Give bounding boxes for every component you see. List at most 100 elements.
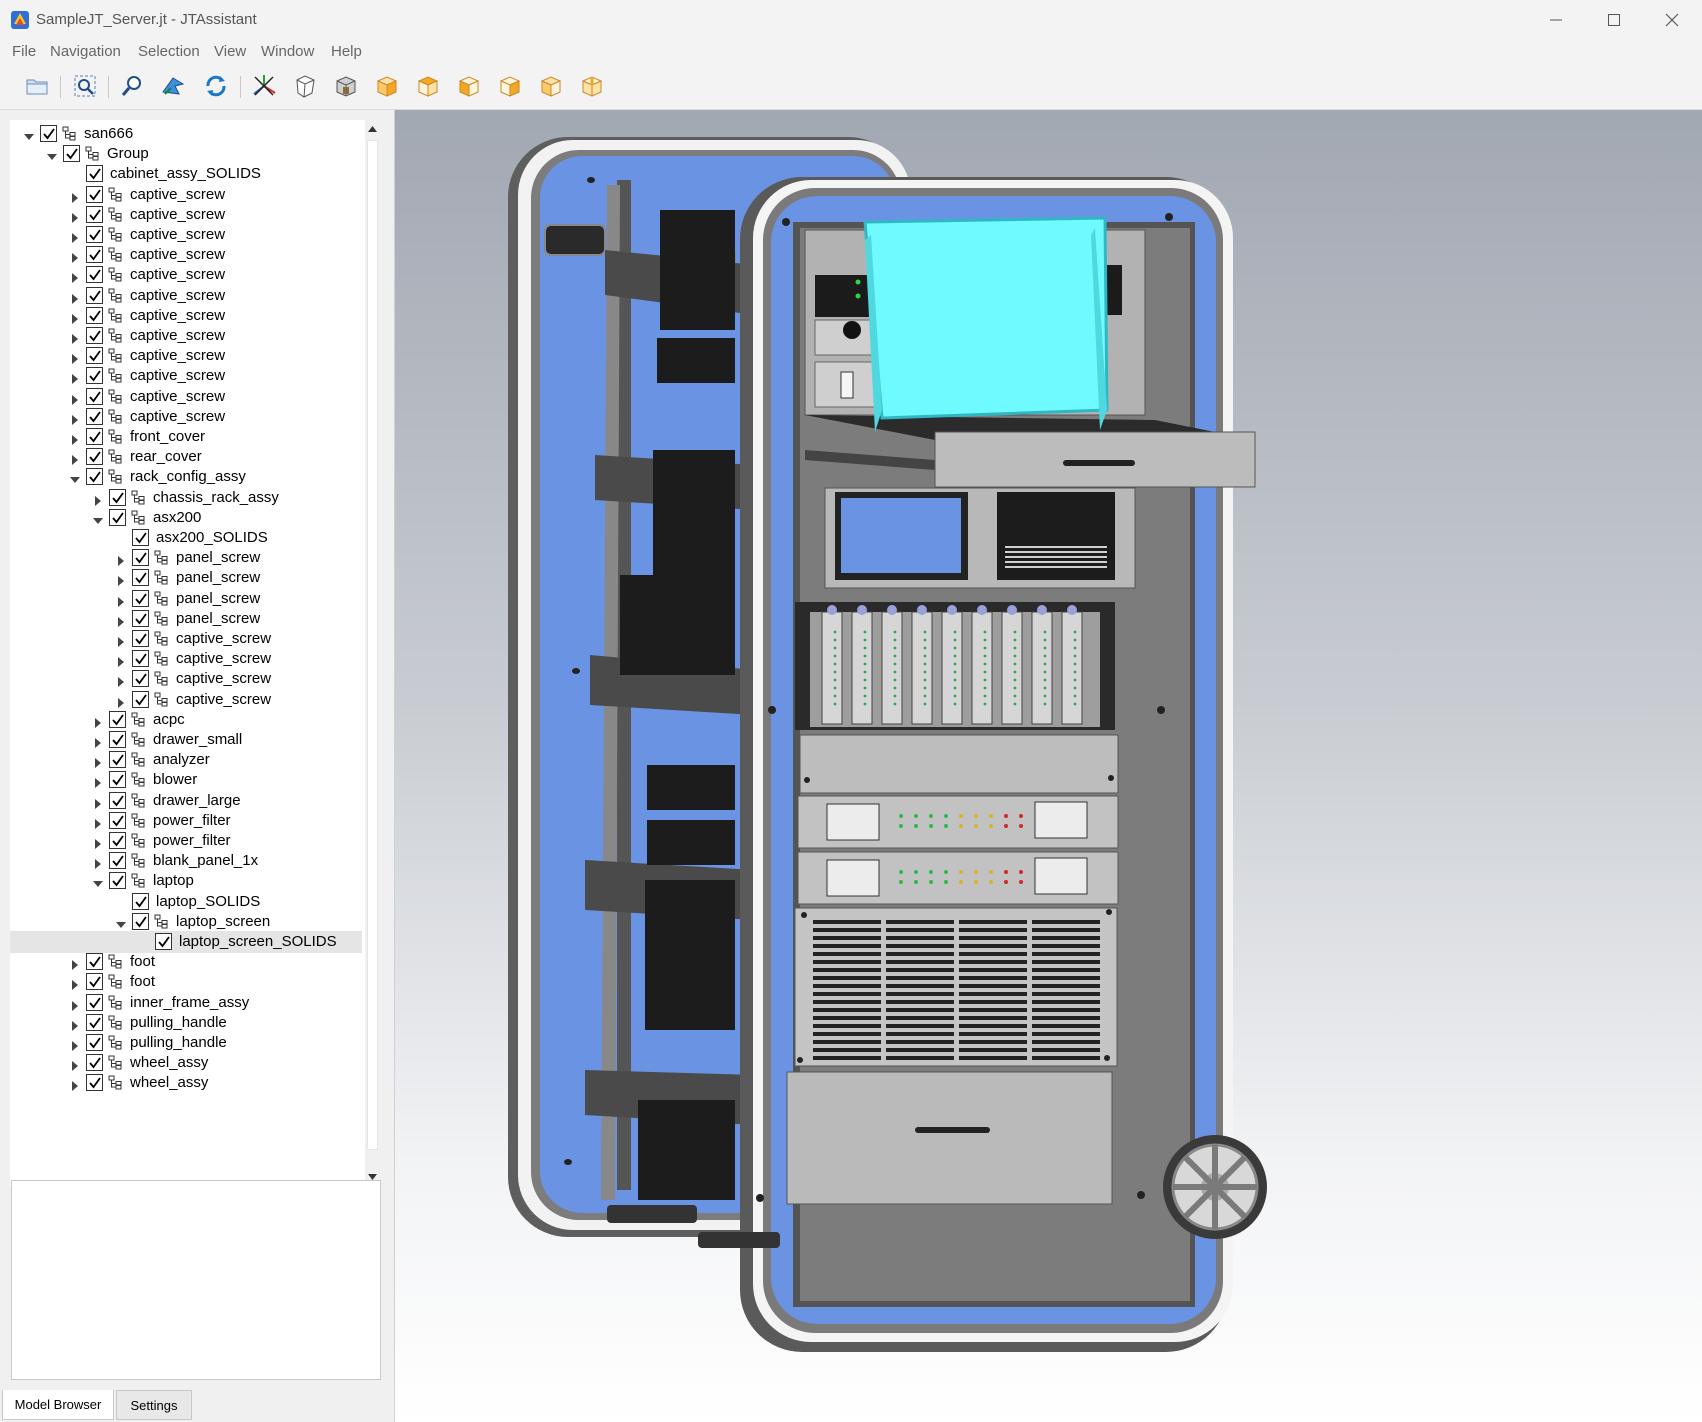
tree-node[interactable]: inner_frame_assy <box>10 992 362 1014</box>
expand-arrow-icon[interactable] <box>70 331 80 344</box>
tree-node[interactable]: blank_panel_1x <box>10 850 362 872</box>
visibility-checkbox[interactable] <box>132 650 149 668</box>
visibility-checkbox[interactable] <box>86 246 103 264</box>
view-front-icon[interactable] <box>372 71 402 101</box>
visibility-checkbox[interactable] <box>132 670 149 688</box>
expand-arrow-icon[interactable] <box>116 695 126 708</box>
tree-node[interactable]: foot <box>10 971 362 993</box>
menu-window[interactable]: Window <box>261 43 314 60</box>
visibility-checkbox[interactable] <box>86 1013 103 1031</box>
expand-arrow-icon[interactable] <box>70 998 80 1011</box>
visibility-checkbox[interactable] <box>86 327 103 344</box>
tree-node[interactable]: san666 <box>10 123 362 145</box>
visibility-checkbox[interactable] <box>86 993 103 1011</box>
expand-arrow-icon[interactable] <box>70 957 80 971</box>
visibility-checkbox[interactable] <box>109 731 126 748</box>
collapse-arrow-icon[interactable] <box>70 472 80 484</box>
tree-node[interactable]: laptop <box>10 870 362 892</box>
expand-arrow-icon[interactable] <box>70 977 80 991</box>
tree-node[interactable]: asx200_SOLIDS <box>10 527 362 549</box>
tree-node[interactable]: rear_cover <box>10 446 362 468</box>
visibility-checkbox[interactable] <box>109 751 126 769</box>
tree-scrollbar[interactable] <box>365 120 380 1186</box>
visibility-checkbox[interactable] <box>86 1054 103 1072</box>
expand-arrow-icon[interactable] <box>93 493 103 506</box>
tree-node[interactable]: captive_screw <box>10 648 362 670</box>
tree-node[interactable]: captive_screw <box>10 628 362 650</box>
view-iso-icon[interactable] <box>331 71 361 101</box>
expand-arrow-icon[interactable] <box>93 755 103 769</box>
expand-arrow-icon[interactable] <box>116 634 126 647</box>
visibility-checkbox[interactable] <box>86 1034 103 1051</box>
expand-arrow-icon[interactable] <box>70 210 80 223</box>
collapse-arrow-icon[interactable] <box>116 917 126 928</box>
view-back-icon[interactable] <box>577 71 607 101</box>
view-top-icon[interactable] <box>413 71 443 101</box>
visibility-checkbox[interactable] <box>109 508 126 526</box>
visibility-checkbox[interactable] <box>132 529 149 546</box>
visibility-checkbox[interactable] <box>86 448 103 466</box>
axis-triad-icon[interactable] <box>249 71 279 101</box>
tree-node[interactable]: acpc <box>10 709 362 731</box>
visibility-checkbox[interactable] <box>86 1074 103 1092</box>
tree-node[interactable]: drawer_small <box>10 729 362 751</box>
tree-node[interactable]: panel_screw <box>10 588 362 610</box>
expand-arrow-icon[interactable] <box>93 735 103 748</box>
visibility-checkbox[interactable] <box>86 266 103 284</box>
tree-node[interactable]: power_filter <box>10 810 362 832</box>
menu-file[interactable]: File <box>12 43 36 60</box>
visibility-checkbox[interactable] <box>86 205 103 223</box>
minimize-icon[interactable] <box>1527 0 1585 40</box>
expand-arrow-icon[interactable] <box>93 796 103 809</box>
visibility-checkbox[interactable] <box>86 226 103 243</box>
expand-arrow-icon[interactable] <box>70 392 80 405</box>
visibility-checkbox[interactable] <box>86 347 103 365</box>
scroll-up-arrow-icon[interactable] <box>365 120 380 138</box>
tree-node[interactable]: captive_screw <box>10 244 362 266</box>
expand-arrow-icon[interactable] <box>93 715 103 728</box>
tree-node[interactable]: captive_screw <box>10 184 362 206</box>
scrollbar-thumb[interactable] <box>367 140 378 1150</box>
expand-arrow-icon[interactable] <box>93 816 103 829</box>
menu-navigation[interactable]: Navigation <box>50 43 121 60</box>
visibility-checkbox[interactable] <box>86 973 103 991</box>
tree-node[interactable]: captive_screw <box>10 264 362 286</box>
expand-arrow-icon[interactable] <box>70 250 80 264</box>
tree-node[interactable]: asx200 <box>10 507 362 529</box>
tree-node[interactable]: wheel_assy <box>10 1052 362 1074</box>
visibility-checkbox[interactable] <box>86 185 103 203</box>
tree-node[interactable]: pulling_handle <box>10 1012 362 1034</box>
tree-node[interactable]: rack_config_assy <box>10 466 362 488</box>
model-tree[interactable]: san666 Group cabinet_assy_SOLIDS captive_sc… <box>10 120 380 1186</box>
tree-node[interactable]: chassis_rack_assy <box>10 487 362 509</box>
3d-viewport[interactable] <box>395 110 1702 1422</box>
expand-arrow-icon[interactable] <box>116 594 126 607</box>
visibility-checkbox[interactable] <box>86 953 103 971</box>
visibility-checkbox[interactable] <box>132 892 149 910</box>
view-left-icon[interactable] <box>454 71 484 101</box>
visibility-checkbox[interactable] <box>86 387 103 405</box>
collapse-arrow-icon[interactable] <box>47 149 57 161</box>
tree-node[interactable]: panel_screw <box>10 547 362 569</box>
expand-arrow-icon[interactable] <box>70 190 80 203</box>
expand-arrow-icon[interactable] <box>70 432 80 445</box>
view-wireframe-icon[interactable] <box>290 71 320 101</box>
tree-node[interactable]: captive_screw <box>10 285 362 307</box>
visibility-checkbox[interactable] <box>86 468 103 486</box>
visibility-checkbox[interactable] <box>109 811 126 829</box>
visibility-checkbox[interactable] <box>109 852 126 870</box>
menu-help[interactable]: Help <box>331 43 362 60</box>
tree-node[interactable]: cabinet_assy_SOLIDS <box>10 163 362 185</box>
visibility-checkbox[interactable] <box>132 549 149 567</box>
visibility-checkbox[interactable] <box>109 872 126 890</box>
tree-node[interactable]: drawer_large <box>10 790 362 812</box>
visibility-checkbox[interactable] <box>86 428 103 445</box>
expand-arrow-icon[interactable] <box>93 836 103 849</box>
visibility-checkbox[interactable] <box>132 569 149 587</box>
expand-arrow-icon[interactable] <box>70 1058 80 1072</box>
tree-node[interactable]: captive_screw <box>10 386 362 408</box>
expand-arrow-icon[interactable] <box>70 371 80 385</box>
visibility-checkbox[interactable] <box>63 145 80 163</box>
tree-node[interactable]: laptop_SOLIDS <box>10 891 362 913</box>
tree-node[interactable]: captive_screw <box>10 345 362 367</box>
